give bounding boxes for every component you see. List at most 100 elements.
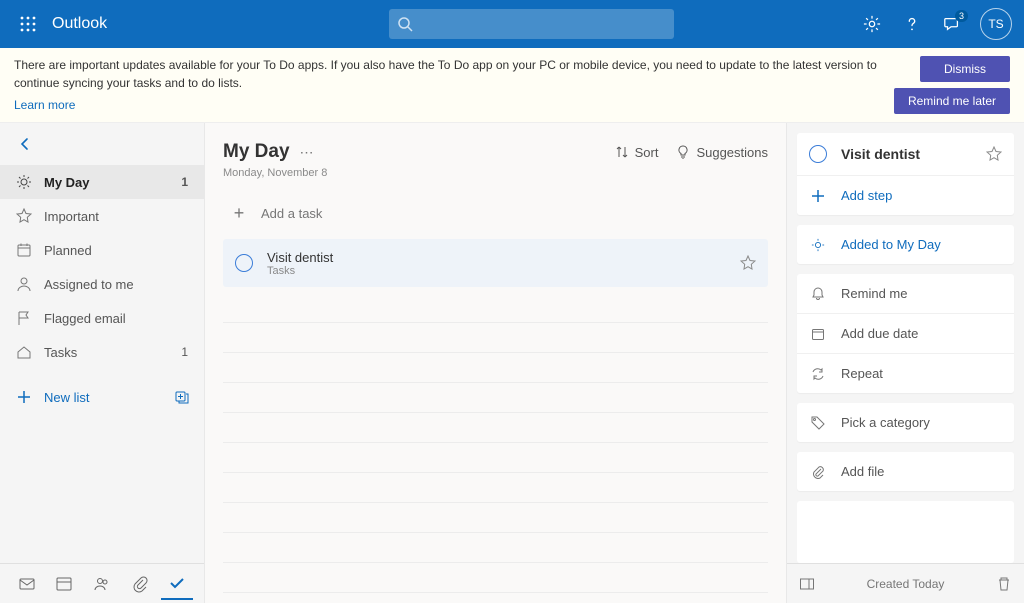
home-icon (14, 344, 34, 360)
star-button[interactable] (986, 146, 1002, 162)
waffle-icon (20, 16, 36, 32)
task-item[interactable]: Visit dentist Tasks (223, 239, 768, 287)
star-icon (740, 255, 756, 271)
hide-details-button[interactable] (799, 576, 815, 592)
back-button[interactable] (0, 123, 204, 165)
main-pane: My Day ⋯ Sort Suggestions Monday, Novemb… (205, 123, 786, 603)
remind-button[interactable]: Remind me (797, 274, 1014, 313)
category-label: Pick a category (841, 415, 930, 430)
update-notice: There are important updates available fo… (0, 48, 1024, 123)
panel-collapse-icon (799, 576, 815, 592)
chat-button[interactable]: 3 (932, 4, 972, 44)
sort-label: Sort (635, 145, 659, 160)
sidebar-item-flagged[interactable]: Flagged email (0, 301, 204, 335)
add-step-label: Add step (841, 188, 892, 203)
avatar-initials: TS (988, 17, 1003, 31)
sidebar-item-label: My Day (44, 175, 181, 190)
new-list-label: New list (44, 390, 90, 405)
complete-checkbox[interactable] (235, 254, 253, 272)
add-step-button[interactable]: Add step (797, 175, 1014, 215)
myday-card: Added to My Day (797, 225, 1014, 264)
sun-icon (809, 238, 827, 252)
suggestions-label: Suggestions (696, 145, 768, 160)
group-icon (174, 389, 190, 405)
sidebar-item-tasks[interactable]: Tasks 1 (0, 335, 204, 369)
app-launcher[interactable] (8, 4, 48, 44)
task-sublabel: Tasks (267, 265, 740, 277)
sun-icon (14, 174, 34, 190)
star-icon (14, 208, 34, 224)
note-input[interactable] (797, 501, 1014, 563)
sidebar-item-count: 1 (181, 175, 188, 189)
people-icon (93, 575, 111, 593)
complete-checkbox[interactable] (809, 145, 827, 163)
new-group-button[interactable] (174, 389, 190, 405)
sidebar: My Day 1 Important Planned Assigned to m… (0, 123, 205, 603)
task-title-card: Visit dentist Add step (797, 133, 1014, 215)
sidebar-item-myday[interactable]: My Day 1 (0, 165, 204, 199)
brand-name: Outlook (52, 15, 107, 33)
category-button[interactable]: Pick a category (797, 403, 1014, 442)
star-button[interactable] (740, 255, 756, 271)
list-options-button[interactable]: ⋯ (300, 144, 315, 161)
add-task-placeholder: Add a task (261, 206, 322, 221)
repeat-icon (809, 367, 827, 381)
due-label: Add due date (841, 326, 918, 341)
add-file-button[interactable]: Add file (797, 452, 1014, 491)
help-button[interactable] (892, 4, 932, 44)
bell-icon (809, 287, 827, 301)
calendar-icon (14, 242, 34, 258)
check-icon (168, 574, 186, 592)
plus-icon (809, 190, 827, 202)
repeat-button[interactable]: Repeat (797, 353, 1014, 393)
dismiss-button[interactable]: Dismiss (920, 56, 1010, 82)
calendar-module[interactable] (48, 568, 80, 600)
app-header: Outlook 3 TS (0, 0, 1024, 48)
due-date-button[interactable]: Add due date (797, 313, 1014, 353)
details-footer: Created Today (787, 563, 1024, 603)
details-title[interactable]: Visit dentist (841, 146, 986, 162)
attachment-icon (809, 465, 827, 479)
delete-task-button[interactable] (996, 576, 1012, 592)
sidebar-item-label: Important (44, 209, 188, 224)
schedule-card: Remind me Add due date Repeat (797, 274, 1014, 393)
created-label: Created Today (815, 577, 996, 591)
mail-module[interactable] (11, 568, 43, 600)
gear-icon (863, 15, 881, 33)
tag-icon (809, 416, 827, 430)
chevron-left-icon (18, 137, 32, 151)
star-icon (986, 146, 1002, 162)
sidebar-item-label: Assigned to me (44, 277, 188, 292)
account-avatar[interactable]: TS (980, 8, 1012, 40)
list-title: My Day (223, 141, 290, 163)
search-icon (397, 16, 413, 32)
added-myday-button[interactable]: Added to My Day (797, 225, 1014, 264)
todo-module[interactable] (161, 568, 193, 600)
sidebar-item-label: Flagged email (44, 311, 188, 326)
question-icon (903, 15, 921, 33)
suggestions-button[interactable]: Suggestions (676, 145, 768, 160)
sort-button[interactable]: Sort (615, 145, 659, 160)
sidebar-item-count: 1 (181, 345, 188, 359)
learn-more-link[interactable]: Learn more (14, 96, 75, 114)
remind-later-button[interactable]: Remind me later (894, 88, 1010, 114)
sidebar-item-assigned[interactable]: Assigned to me (0, 267, 204, 301)
new-list-button[interactable]: New list (0, 377, 204, 417)
lightbulb-icon (676, 145, 690, 159)
category-card: Pick a category (797, 403, 1014, 442)
sidebar-item-planned[interactable]: Planned (0, 233, 204, 267)
chat-badge: 3 (955, 10, 968, 22)
list-date: Monday, November 8 (223, 167, 768, 179)
search-box[interactable] (389, 9, 674, 39)
task-title: Visit dentist (267, 250, 740, 265)
add-task-input[interactable]: + Add a task (223, 191, 768, 235)
people-module[interactable] (86, 568, 118, 600)
sidebar-item-important[interactable]: Important (0, 199, 204, 233)
plus-icon: + (227, 203, 251, 224)
files-module[interactable] (124, 568, 156, 600)
settings-button[interactable] (852, 4, 892, 44)
remind-label: Remind me (841, 286, 907, 301)
person-icon (14, 276, 34, 292)
sidebar-footer (0, 563, 204, 603)
notice-text: There are important updates available fo… (14, 58, 877, 90)
